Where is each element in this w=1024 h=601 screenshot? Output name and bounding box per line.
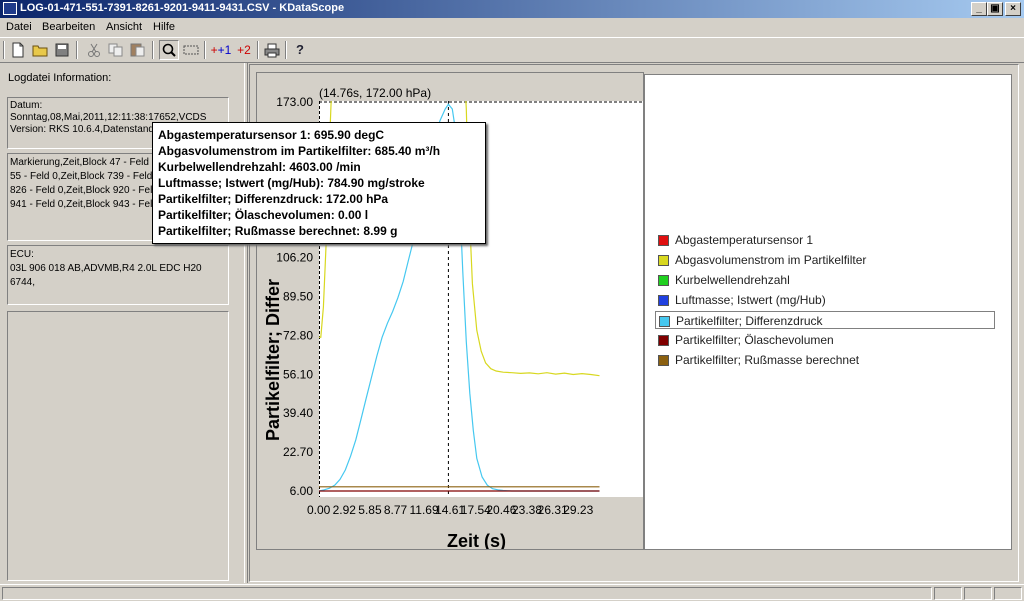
toolbar-separator bbox=[285, 41, 287, 59]
legend-label: Luftmasse; Istwert (mg/Hub) bbox=[675, 293, 826, 307]
title-bar: LOG-01-471-551-7391-8261-9201-9411-9431.… bbox=[0, 0, 1024, 18]
legend-swatch bbox=[658, 295, 669, 306]
zoom-icon[interactable] bbox=[159, 40, 179, 60]
legend-item[interactable]: Partikelfilter; Rußmasse berechnet bbox=[655, 351, 995, 369]
legend-swatch bbox=[658, 255, 669, 266]
menu-ansicht[interactable]: Ansicht bbox=[106, 21, 142, 33]
marker-1-button[interactable]: ++1 bbox=[210, 40, 232, 60]
status-panel bbox=[934, 587, 962, 600]
logfile-info-title: Logdatei Information: bbox=[8, 72, 112, 84]
y-tick-label: 89.50 bbox=[283, 290, 313, 304]
minimize-button[interactable]: _ bbox=[971, 2, 987, 16]
ecu-line: 6744, bbox=[10, 277, 36, 288]
legend-swatch bbox=[659, 316, 670, 327]
tooltip-line: Luftmasse; Istwert (mg/Hub): 784.90 mg/s… bbox=[158, 176, 425, 190]
legend-panel: Abgastemperatursensor 1 Abgasvolumenstrom… bbox=[644, 74, 1012, 550]
select-region-icon[interactable] bbox=[181, 40, 201, 60]
status-panel bbox=[964, 587, 992, 600]
x-tick-label: 5.85 bbox=[358, 503, 382, 517]
legend-label: Partikelfilter; Rußmasse berechnet bbox=[675, 353, 860, 367]
legend-item[interactable]: Kurbelwellendrehzahl bbox=[655, 271, 995, 289]
y-tick-label: 72.80 bbox=[283, 328, 313, 342]
tooltip-line: Partikelfilter; Ölaschevolumen: 0.00 l bbox=[158, 208, 369, 222]
x-tick-label: 0.00 bbox=[307, 503, 331, 517]
legend-swatch bbox=[658, 335, 669, 346]
legend-label: Abgasvolumenstrom im Partikelfilter bbox=[675, 253, 867, 267]
status-bar bbox=[0, 584, 1024, 601]
app-icon bbox=[3, 2, 17, 15]
ecu-info-box: ECU: 03L 906 018 AB,ADVMB,R4 2.0L EDC H2… bbox=[7, 245, 229, 305]
legend-item[interactable]: Partikelfilter; Ölaschevolumen bbox=[655, 331, 995, 349]
legend-label: Abgastemperatursensor 1 bbox=[675, 233, 814, 247]
toolbar-separator bbox=[204, 41, 206, 59]
y-tick-label: 173.00 bbox=[276, 95, 313, 109]
ecu-line: 03L 906 018 AB,ADVMB,R4 2.0L EDC H20 bbox=[10, 263, 202, 274]
legend-swatch bbox=[658, 235, 669, 246]
close-button[interactable]: × bbox=[1005, 2, 1021, 16]
legend-item[interactable]: Luftmasse; Istwert (mg/Hub) bbox=[655, 291, 995, 309]
toolbar-separator bbox=[257, 41, 259, 59]
info-line: Datum: bbox=[10, 100, 43, 111]
status-panel-main bbox=[2, 587, 932, 600]
x-axis-label: Zeit (s) bbox=[447, 531, 506, 549]
tooltip-line: Partikelfilter; Rußmasse berechnet: 8.99… bbox=[158, 224, 398, 238]
open-folder-icon[interactable] bbox=[30, 40, 50, 60]
legend-label: Partikelfilter; Differenzdruck bbox=[676, 314, 823, 328]
legend-item[interactable]: Abgasvolumenstrom im Partikelfilter bbox=[655, 251, 995, 269]
y-axis-label: Partikelfilter; Differ bbox=[263, 279, 283, 441]
status-panel bbox=[994, 587, 1022, 600]
ecu-line: ECU: bbox=[10, 249, 34, 260]
menu-bar: Datei Bearbeiten Ansicht Hilfe bbox=[0, 18, 1024, 38]
x-tick-label: 8.77 bbox=[384, 503, 408, 517]
toolbar-separator bbox=[76, 41, 78, 59]
tooltip-line: Abgastemperatursensor 1: 695.90 degC bbox=[158, 128, 385, 142]
y-tick-label: 6.00 bbox=[290, 484, 314, 498]
value-tooltip: Abgastemperatursensor 1: 695.90 degC Abg… bbox=[152, 122, 486, 244]
menu-hilfe[interactable]: Hilfe bbox=[153, 21, 175, 33]
legend-swatch bbox=[658, 275, 669, 286]
menu-bearbeiten[interactable]: Bearbeiten bbox=[42, 21, 95, 33]
new-file-icon[interactable] bbox=[8, 40, 28, 60]
menu-datei[interactable]: Datei bbox=[6, 21, 32, 33]
empty-info-box bbox=[7, 311, 229, 581]
tooltip-line: Partikelfilter; Differenzdruck: 172.00 h… bbox=[158, 192, 389, 206]
legend-label: Kurbelwellendrehzahl bbox=[675, 273, 790, 287]
toolbar-grip bbox=[3, 41, 5, 59]
print-icon[interactable] bbox=[262, 40, 282, 60]
legend-item[interactable]: Partikelfilter; Differenzdruck bbox=[655, 311, 995, 329]
tooltip-line: Kurbelwellendrehzahl: 4603.00 /min bbox=[158, 160, 361, 174]
x-tick-label: 29.23 bbox=[563, 503, 593, 517]
y-tick-label: 106.20 bbox=[276, 251, 313, 265]
toolbar-separator bbox=[152, 41, 154, 59]
copy-icon[interactable] bbox=[106, 40, 126, 60]
marker-1-label: +1 bbox=[217, 43, 232, 57]
maximize-button[interactable]: ▣ bbox=[987, 2, 1003, 16]
y-tick-label: 56.10 bbox=[283, 367, 313, 381]
cut-icon[interactable] bbox=[84, 40, 104, 60]
tooltip-line: Abgasvolumenstrom im Partikelfilter: 685… bbox=[158, 144, 441, 158]
help-icon[interactable]: ? bbox=[290, 40, 310, 60]
paste-icon[interactable] bbox=[128, 40, 148, 60]
save-icon[interactable] bbox=[52, 40, 72, 60]
legend-label: Partikelfilter; Ölaschevolumen bbox=[675, 333, 834, 347]
y-tick-label: 39.40 bbox=[283, 406, 313, 420]
cursor-readout: (14.76s, 172.00 hPa) bbox=[319, 86, 431, 100]
toolbar: ++1 +2 ? bbox=[0, 38, 1024, 63]
y-tick-label: 22.70 bbox=[283, 445, 313, 459]
legend-swatch bbox=[658, 355, 669, 366]
x-tick-label: 2.92 bbox=[333, 503, 357, 517]
legend-item[interactable]: Abgastemperatursensor 1 bbox=[655, 231, 995, 249]
marker-2-button[interactable]: +2 bbox=[233, 40, 255, 60]
window-title: LOG-01-471-551-7391-8261-9201-9411-9431.… bbox=[20, 2, 345, 14]
